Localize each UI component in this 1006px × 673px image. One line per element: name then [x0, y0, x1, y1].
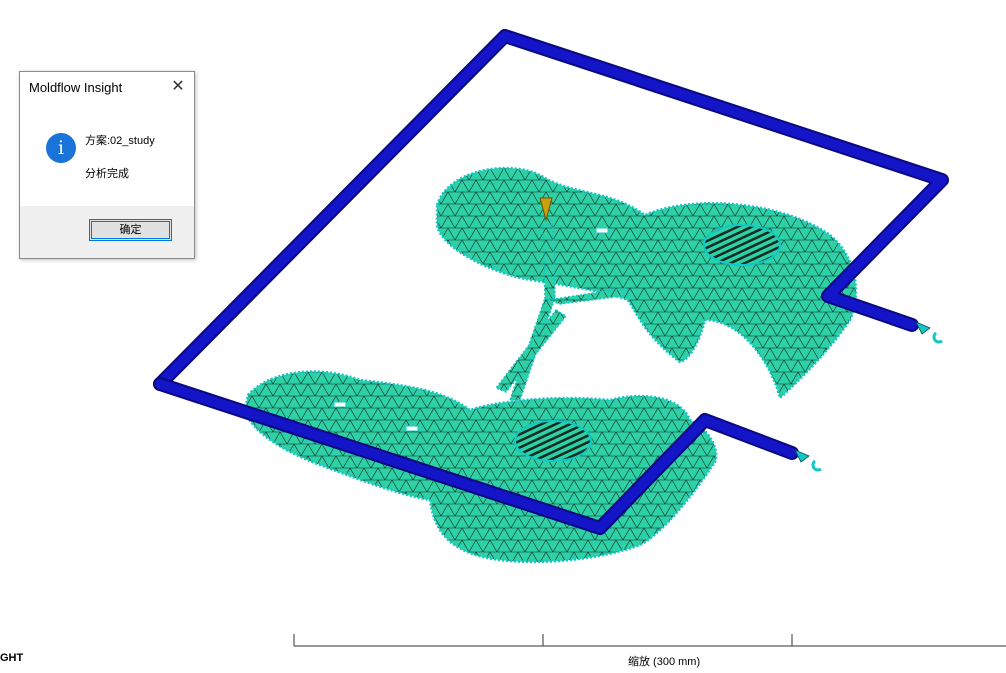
coolant-inlet-icon	[915, 321, 943, 344]
scale-label: 缩放 (300 mm)	[628, 656, 701, 668]
analysis-complete-dialog: Moldflow Insight ✕ i 方案:02_study 分析完成 确定	[19, 71, 195, 259]
study-name-text: 方案:02_study	[85, 135, 155, 147]
analysis-status-text: 分析完成	[85, 168, 129, 180]
coolant-outlet-icon	[794, 449, 822, 472]
dialog-footer: 确定	[20, 206, 194, 258]
close-icon[interactable]: ✕	[168, 77, 188, 97]
dialog-title: Moldflow Insight	[29, 80, 123, 95]
ok-button[interactable]: 确定	[89, 219, 172, 241]
scale-bar	[293, 634, 1006, 647]
molded-part-lower	[243, 370, 718, 564]
molded-part-upper	[435, 166, 858, 401]
view-orientation-label: GHT	[0, 652, 24, 664]
info-icon: i	[46, 133, 76, 163]
